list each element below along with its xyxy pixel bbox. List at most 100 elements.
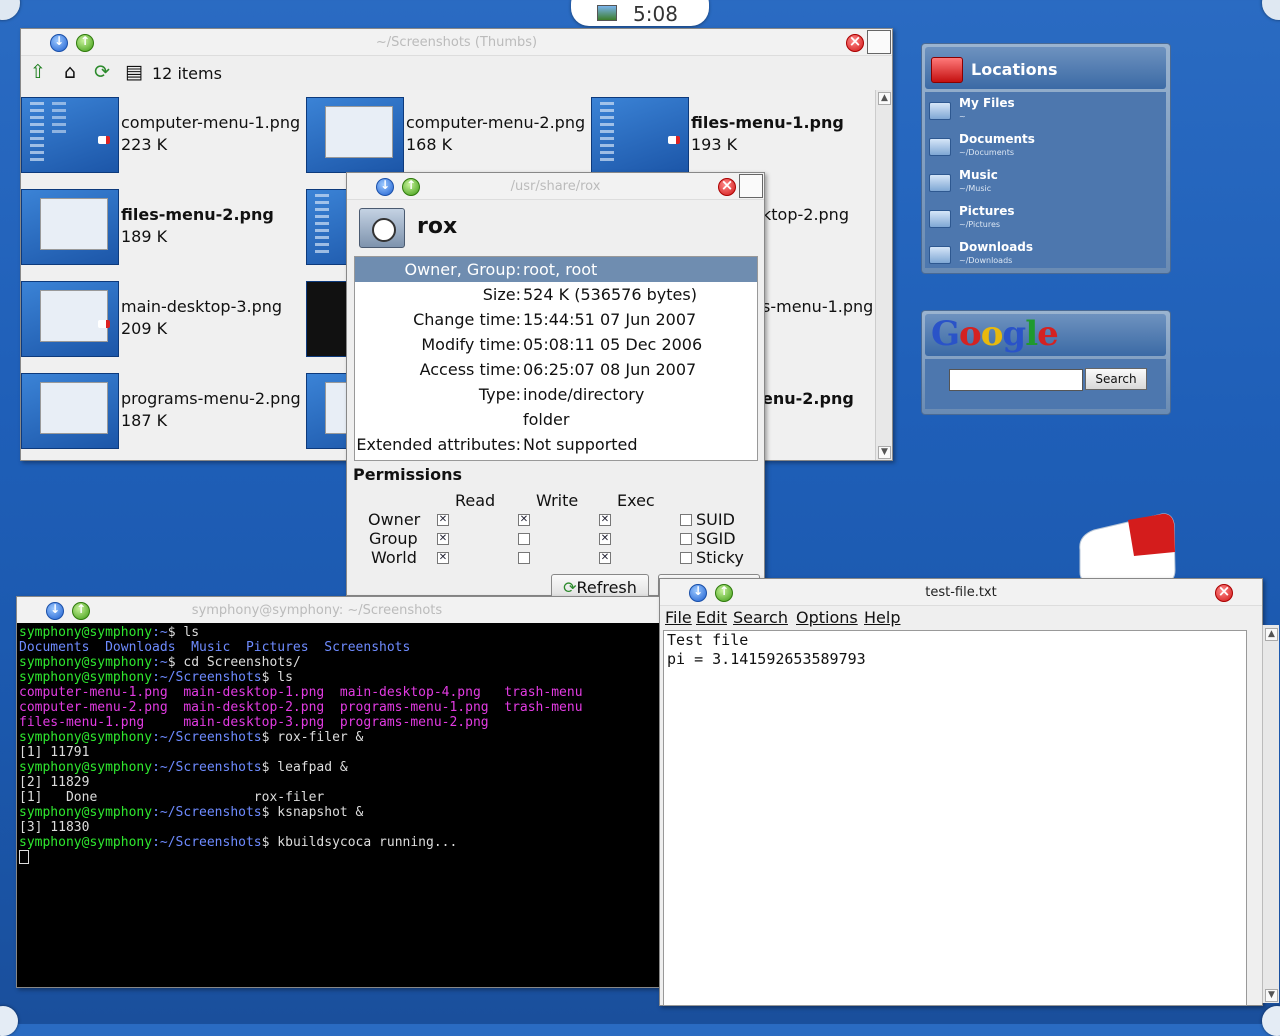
permission-checkbox[interactable]: ✕ <box>437 533 449 545</box>
file-scrollbar[interactable]: ▲ ▼ <box>875 90 892 460</box>
list-view-icon[interactable]: ▤ <box>123 61 145 83</box>
menu-options[interactable]: Options <box>796 608 858 627</box>
property-row[interactable]: Access time: 06:25:07 08 Jun 2007 <box>355 357 757 382</box>
menu-search[interactable]: Search <box>733 608 788 627</box>
terminal-titlebar[interactable]: symphony@symphony: ~/Screenshots <box>17 597 662 624</box>
terminal-line: computer-menu-2.png main-desktop-2.png p… <box>19 700 583 715</box>
location-downloads[interactable]: Downloads ~/Downloads <box>925 236 1166 272</box>
leafpad-titlebar[interactable]: test-file.txt <box>660 579 1262 606</box>
home-icon[interactable]: ⌂ <box>59 61 81 83</box>
perm-col-read: Read <box>455 491 496 510</box>
suid-checkbox[interactable] <box>680 514 692 526</box>
raise-button[interactable] <box>72 602 90 620</box>
file-item[interactable]: computer-menu-2.png 168 K <box>306 97 591 177</box>
location-music[interactable]: Music ~/Music <box>925 164 1166 200</box>
menu-edit[interactable]: Edit <box>696 608 727 627</box>
terminal-line: Documents Downloads Music Pictures Scree… <box>19 640 411 655</box>
corner-computer-icon[interactable] <box>0 0 20 20</box>
menu-edit-label: Edit <box>696 608 727 627</box>
file-size: 209 K <box>121 319 168 338</box>
property-value: folder <box>523 410 570 429</box>
close-button[interactable] <box>846 32 864 52</box>
sticky-checkbox[interactable] <box>680 552 692 564</box>
close-button[interactable] <box>1215 582 1233 602</box>
up-arrow-icon[interactable]: ⇧ <box>27 61 49 83</box>
property-row[interactable]: Change time: 15:44:51 07 Jun 2007 <box>355 307 757 332</box>
item-name: rox <box>417 214 458 239</box>
permission-checkbox[interactable] <box>518 533 530 545</box>
minimize-button[interactable] <box>46 602 64 620</box>
terminal-line: symphony@symphony:~/Screenshots$ kbuilds… <box>19 835 457 850</box>
property-row[interactable]: Size: 524 K (536576 bytes) <box>355 282 757 307</box>
property-row[interactable]: Modify time: 05:08:11 05 Dec 2006 <box>355 332 757 357</box>
property-row[interactable]: Type: inode/directory <box>355 382 757 407</box>
command-text: $ rox-filer & <box>261 730 364 745</box>
locations-title: Locations <box>971 60 1058 79</box>
editor-scrollbar[interactable]: ▲ ▼ <box>1262 625 1279 1003</box>
terminal-screen[interactable]: symphony@symphony:~$ ls Documents Downloa… <box>17 623 662 987</box>
prompt-user: symphony@symphony <box>19 670 153 685</box>
property-value: root, root <box>523 260 598 279</box>
command-text: $ kbuildsycoca running... <box>261 835 458 850</box>
property-value: 524 K (536576 bytes) <box>523 285 697 304</box>
permission-checkbox[interactable]: ✕ <box>437 514 449 526</box>
permission-checkbox[interactable]: ✕ <box>599 533 611 545</box>
permission-checkbox[interactable]: ✕ <box>599 514 611 526</box>
file-item[interactable]: files-menu-2.png 189 K <box>21 189 306 269</box>
terminal-line: symphony@symphony:~$ cd Screenshots/ <box>19 655 301 670</box>
corner-icon-bottom-right[interactable] <box>1262 1006 1280 1036</box>
properties-table: Owner, Group: root, root Size: 524 K (5365… <box>354 256 758 461</box>
permission-checkbox[interactable]: ✕ <box>599 552 611 564</box>
clock-time: 5:08 <box>633 2 678 26</box>
maximize-button[interactable] <box>739 174 763 198</box>
file-size: 223 K <box>121 135 168 154</box>
scroll-up-arrow-icon[interactable]: ▲ <box>878 92 891 105</box>
refresh-icon[interactable]: ⟳ <box>91 61 113 83</box>
scroll-up-arrow-icon[interactable]: ▲ <box>1265 628 1278 641</box>
properties-titlebar[interactable]: /usr/share/rox <box>347 173 764 200</box>
property-row[interactable]: Owner, Group: root, root <box>355 257 757 282</box>
file-item[interactable]: files-menu-1.png 193 K <box>591 97 875 177</box>
file-item[interactable]: computer-menu-1.png 223 K <box>21 97 306 177</box>
close-button[interactable] <box>718 176 736 196</box>
property-row[interactable]: Extended attributes: Not supported <box>355 432 757 457</box>
location-documents[interactable]: Documents ~/Documents <box>925 128 1166 164</box>
property-value: 06:25:07 08 Jun 2007 <box>523 360 697 379</box>
location-my-files[interactable]: My Files ~ <box>925 92 1166 128</box>
property-key: Size: <box>482 285 521 304</box>
menu-help[interactable]: Help <box>864 608 900 627</box>
file-name: ktop-2.png <box>762 205 849 224</box>
file-manager-titlebar[interactable]: ~/Screenshots (Thumbs) <box>21 29 892 56</box>
image-icon <box>597 5 617 21</box>
permission-checkbox[interactable] <box>518 552 530 564</box>
terminal-line: files-menu-1.png main-desktop-3.png prog… <box>19 715 489 730</box>
property-value: 05:08:11 05 Dec 2006 <box>523 335 703 354</box>
file-item[interactable]: main-desktop-3.png 209 K <box>21 281 306 361</box>
corner-icon-bottom-left[interactable] <box>0 1006 18 1036</box>
perm-col-write: Write <box>536 491 579 510</box>
maximize-button[interactable] <box>867 30 891 54</box>
menu-options-label: Options <box>796 608 858 627</box>
prompt-path: :~ <box>152 655 168 670</box>
file-thumbnail <box>21 97 119 173</box>
search-input[interactable] <box>949 369 1083 391</box>
menu-help-label: Help <box>864 608 901 627</box>
property-row[interactable]: folder <box>355 407 757 432</box>
file-item[interactable]: programs-menu-2.png 187 K <box>21 373 306 453</box>
menu-file[interactable]: File <box>665 608 692 627</box>
refresh-icon: ⟳ <box>563 578 577 597</box>
property-value: inode/directory <box>523 385 645 404</box>
folder-icon <box>359 208 405 248</box>
text-editor-area[interactable]: Test file pi = 3.141592653589793 <box>663 630 1247 1006</box>
panel-clock[interactable]: 5:08 <box>571 0 709 26</box>
permission-checkbox[interactable]: ✕ <box>437 552 449 564</box>
scroll-down-arrow-icon[interactable]: ▼ <box>1265 989 1278 1002</box>
search-button[interactable]: Search <box>1085 368 1147 390</box>
location-pictures[interactable]: Pictures ~/Pictures <box>925 200 1166 236</box>
corner-icon-top-right[interactable] <box>1262 0 1280 20</box>
sgid-checkbox[interactable] <box>680 533 692 545</box>
permissions-heading: Permissions <box>353 465 463 484</box>
folder-icon <box>929 174 951 192</box>
scroll-down-arrow-icon[interactable]: ▼ <box>878 446 891 459</box>
permission-checkbox[interactable]: ✕ <box>518 514 530 526</box>
